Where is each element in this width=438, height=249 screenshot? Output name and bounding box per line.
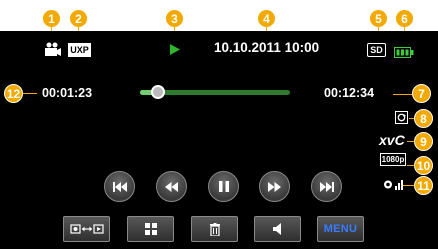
progress-handle[interactable] [151, 85, 165, 99]
video-camera-icon [43, 42, 61, 58]
fast-forward-button[interactable] [311, 171, 342, 202]
callout-3: 3 [165, 9, 184, 28]
battery-icon [394, 45, 414, 63]
signal-icon [383, 178, 403, 196]
sd-card-icon: SD [367, 43, 386, 57]
skip-back-button[interactable] [156, 171, 187, 202]
volume-button[interactable] [254, 216, 301, 242]
callout-9: 9 [414, 132, 433, 151]
leader-12 [23, 93, 37, 94]
total-time: 00:12:34 [324, 86, 375, 100]
mode-switch-icon [69, 224, 104, 234]
menu-button[interactable]: MENU [317, 216, 364, 242]
callout-6: 6 [395, 9, 414, 28]
rewind-button[interactable] [104, 171, 135, 202]
resolution-badge: 1080p [380, 153, 406, 166]
delete-button[interactable] [191, 216, 238, 242]
fast-forward-icon [319, 181, 334, 192]
callout-5: 5 [369, 9, 388, 28]
callout-11: 11 [414, 176, 433, 195]
skip-forward-icon [268, 181, 281, 192]
callout-12: 12 [4, 84, 23, 103]
resolution-label: 1080p [381, 155, 405, 164]
callout-2: 2 [69, 9, 88, 28]
callout-4: 4 [257, 9, 276, 28]
sd-card-label: SD [370, 45, 383, 55]
callout-7: 7 [412, 84, 431, 103]
pause-button[interactable] [208, 171, 239, 202]
callout-8: 8 [414, 109, 433, 128]
menu-button-label: MENU [323, 223, 358, 235]
volume-icon [272, 223, 281, 235]
index-grid-button[interactable] [127, 216, 174, 242]
grid-icon [144, 223, 157, 235]
skip-forward-button[interactable] [259, 171, 290, 202]
mode-badge: UXP [68, 43, 91, 57]
elapsed-time: 00:01:23 [42, 86, 93, 100]
format-label: xvC [379, 132, 405, 148]
date-time: 10.10.2011 10:00 [214, 40, 320, 55]
rotate-icon [395, 111, 408, 129]
skip-back-icon [165, 181, 178, 192]
leader-7 [393, 94, 413, 95]
callout-1: 1 [42, 9, 61, 28]
mode-badge-text: UXP [70, 45, 89, 55]
callout-10: 10 [414, 156, 433, 175]
mode-switch-button[interactable] [63, 216, 110, 242]
rewind-icon [112, 181, 127, 192]
trash-icon [209, 222, 220, 236]
play-icon [169, 43, 181, 61]
pause-icon [218, 181, 229, 192]
